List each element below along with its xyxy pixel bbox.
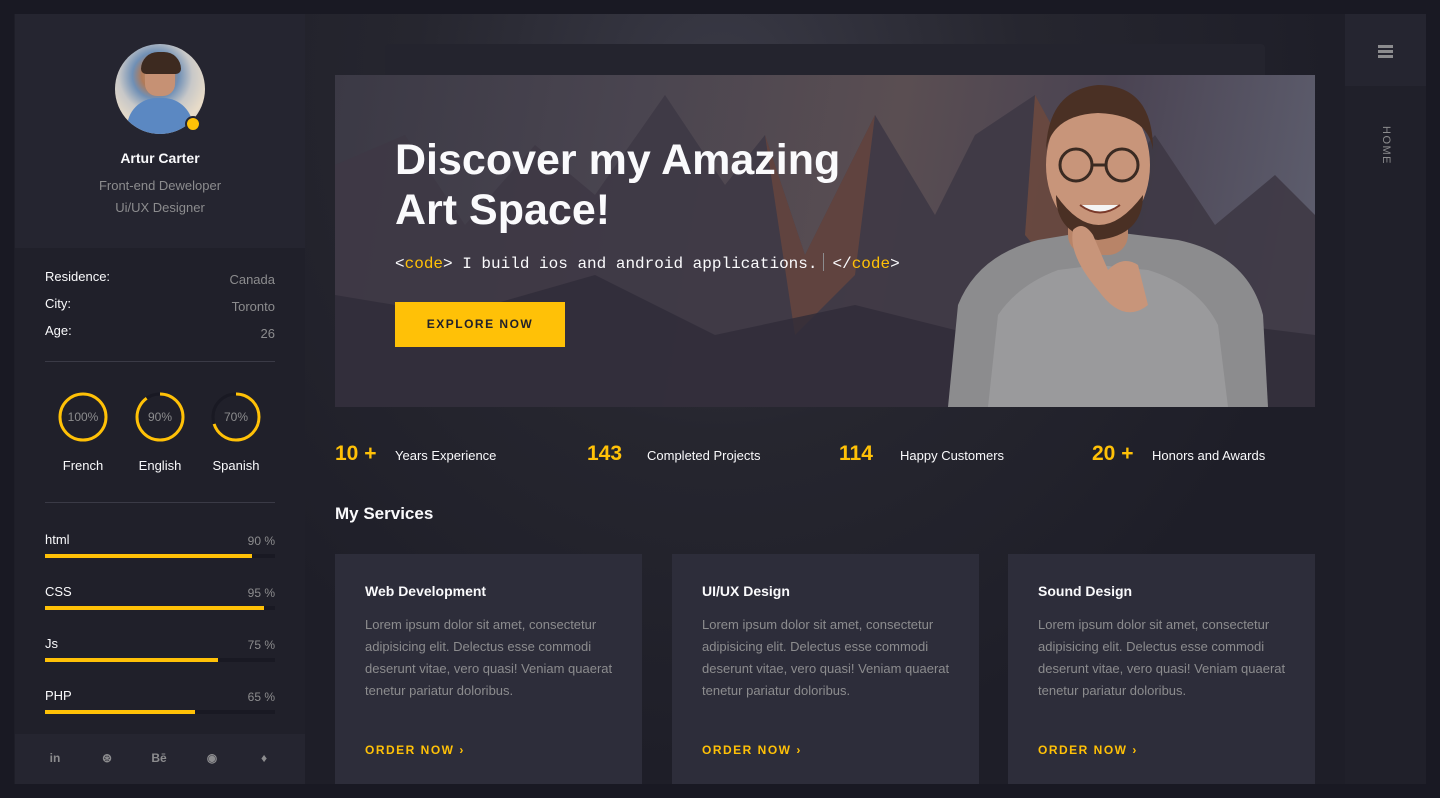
profile-header: Artur Carter Front-end Deweloper Ui/UX D… (15, 14, 305, 248)
language-percent: 70% (223, 410, 249, 424)
skill-css: CSS 95 % (45, 584, 275, 618)
online-status-dot (185, 116, 201, 132)
code-open-lt: < (395, 255, 405, 273)
counter-number: 10 + (335, 442, 377, 465)
skill-bar-fill (45, 710, 195, 714)
info-city: City: Toronto (45, 296, 275, 316)
counter-number: 114 (839, 442, 873, 465)
info-label: Residence: (45, 269, 111, 284)
order-now-link[interactable]: ORDER NOW › (1038, 743, 1138, 757)
service-title: UI/UX Design (702, 583, 790, 599)
linkedin-icon[interactable]: in (30, 734, 80, 784)
order-now-link[interactable]: ORDER NOW › (365, 743, 465, 757)
app-frame: Artur Carter Front-end Deweloper Ui/UX D… (14, 14, 1426, 784)
right-nav: HOME (1345, 14, 1426, 784)
language-spanish: 70% Spanish (201, 391, 271, 473)
behance-icon[interactable]: Bē (134, 734, 184, 784)
skill-percent: 75 % (247, 638, 275, 652)
language-name: Spanish (212, 458, 260, 473)
nav-item-home[interactable]: HOME (1378, 126, 1392, 186)
typing-cursor (823, 253, 825, 271)
info-age: Age: 26 (45, 323, 275, 343)
skill-js: Js 75 % (45, 636, 275, 670)
language-percent: 90% (147, 410, 173, 424)
profile-name: Artur Carter (120, 150, 200, 166)
hero-title-line2: Art Space! (395, 186, 611, 234)
service-description: Lorem ipsum dolor sit amet, consectetur … (1038, 617, 1286, 698)
counter-label: Happy Customers (900, 448, 1005, 463)
services-title: My Services (335, 504, 434, 523)
skill-percent: 90 % (247, 534, 275, 548)
skill-bar (45, 710, 275, 714)
profile-role-2: Ui/UX Designer (115, 200, 205, 215)
counter-number: 143 (587, 442, 623, 465)
twitter-icon[interactable]: ♦ (239, 734, 289, 784)
service-title: Sound Design (1038, 583, 1133, 599)
skill-bar (45, 658, 275, 662)
info-value: Toronto (231, 299, 275, 314)
code-close-tag: code (851, 255, 891, 273)
skill-name: PHP (45, 688, 72, 703)
order-now-link[interactable]: ORDER NOW › (702, 743, 802, 757)
social-links: in ⊛ Bē ◉ ♦ (15, 734, 305, 784)
language-progress-ring: 90% (134, 391, 186, 443)
language-name: French (62, 458, 104, 473)
skill-name: html (45, 532, 70, 547)
counter-label: Years Experience (395, 448, 497, 463)
hamburger-menu-icon[interactable] (1345, 14, 1426, 86)
dribbble-icon[interactable]: ⊛ (82, 734, 132, 784)
language-french: 100% French (48, 391, 118, 473)
hero-title: Discover my Amazing Art Space! (395, 135, 915, 235)
service-card-web: Web Development Lorem ipsum dolor sit am… (335, 554, 642, 784)
language-percent: 100% (67, 410, 99, 424)
nav-home-label: HOME (1380, 126, 1392, 165)
service-card-sound: Sound Design Lorem ipsum dolor sit amet,… (1008, 554, 1315, 784)
skill-bar-fill (45, 658, 218, 662)
skill-bar (45, 554, 275, 558)
language-progress-ring: 70% (210, 391, 262, 443)
explore-now-button[interactable]: EXPLORE NOW (395, 302, 565, 347)
skill-php: PHP 65 % (45, 688, 275, 722)
profile-role-1: Front-end Deweloper (98, 178, 222, 193)
language-name: English (138, 458, 182, 473)
code-open-tag: code (404, 255, 444, 273)
skill-percent: 65 % (247, 690, 275, 704)
info-sidebar: Artur Carter Front-end Deweloper Ui/UX D… (15, 14, 305, 784)
skill-name: CSS (45, 584, 72, 599)
code-close-gt: > (890, 255, 900, 273)
info-residence: Residence: Canada (45, 269, 275, 289)
counter-label: Completed Projects (647, 448, 761, 463)
skill-bar-fill (45, 606, 264, 610)
hero-banner: Discover my Amazing Art Space! <code> I … (335, 75, 1315, 407)
skill-name: Js (45, 636, 58, 651)
service-description: Lorem ipsum dolor sit amet, consectetur … (702, 617, 950, 698)
info-value: Canada (229, 272, 275, 287)
language-progress-ring: 100% (57, 391, 109, 443)
github-icon[interactable]: ◉ (187, 734, 237, 784)
divider (45, 502, 275, 503)
info-label: Age: (45, 323, 72, 338)
hero-title-line1: Discover my Amazing (395, 136, 841, 184)
service-card-uiux: UI/UX Design Lorem ipsum dolor sit amet,… (672, 554, 979, 784)
divider (45, 361, 275, 362)
skill-html: html 90 % (45, 532, 275, 566)
code-text: I build ios and android applications. (452, 255, 818, 273)
code-open-gt: > (443, 255, 453, 273)
counter-label: Honors and Awards (1152, 448, 1266, 463)
info-value: 26 (260, 326, 275, 341)
code-close-lt: </ (832, 255, 852, 273)
service-description: Lorem ipsum dolor sit amet, consectetur … (365, 617, 613, 698)
skill-percent: 95 % (247, 586, 275, 600)
hero-code-text: <code> I build ios and android applicati… (395, 253, 900, 273)
language-english: 90% English (125, 391, 195, 473)
skill-bar-fill (45, 554, 252, 558)
info-label: City: (45, 296, 71, 311)
skill-bar (45, 606, 275, 610)
counter-number: 20 + (1092, 442, 1134, 465)
hero-person-image (948, 85, 1268, 407)
service-title: Web Development (365, 583, 487, 599)
